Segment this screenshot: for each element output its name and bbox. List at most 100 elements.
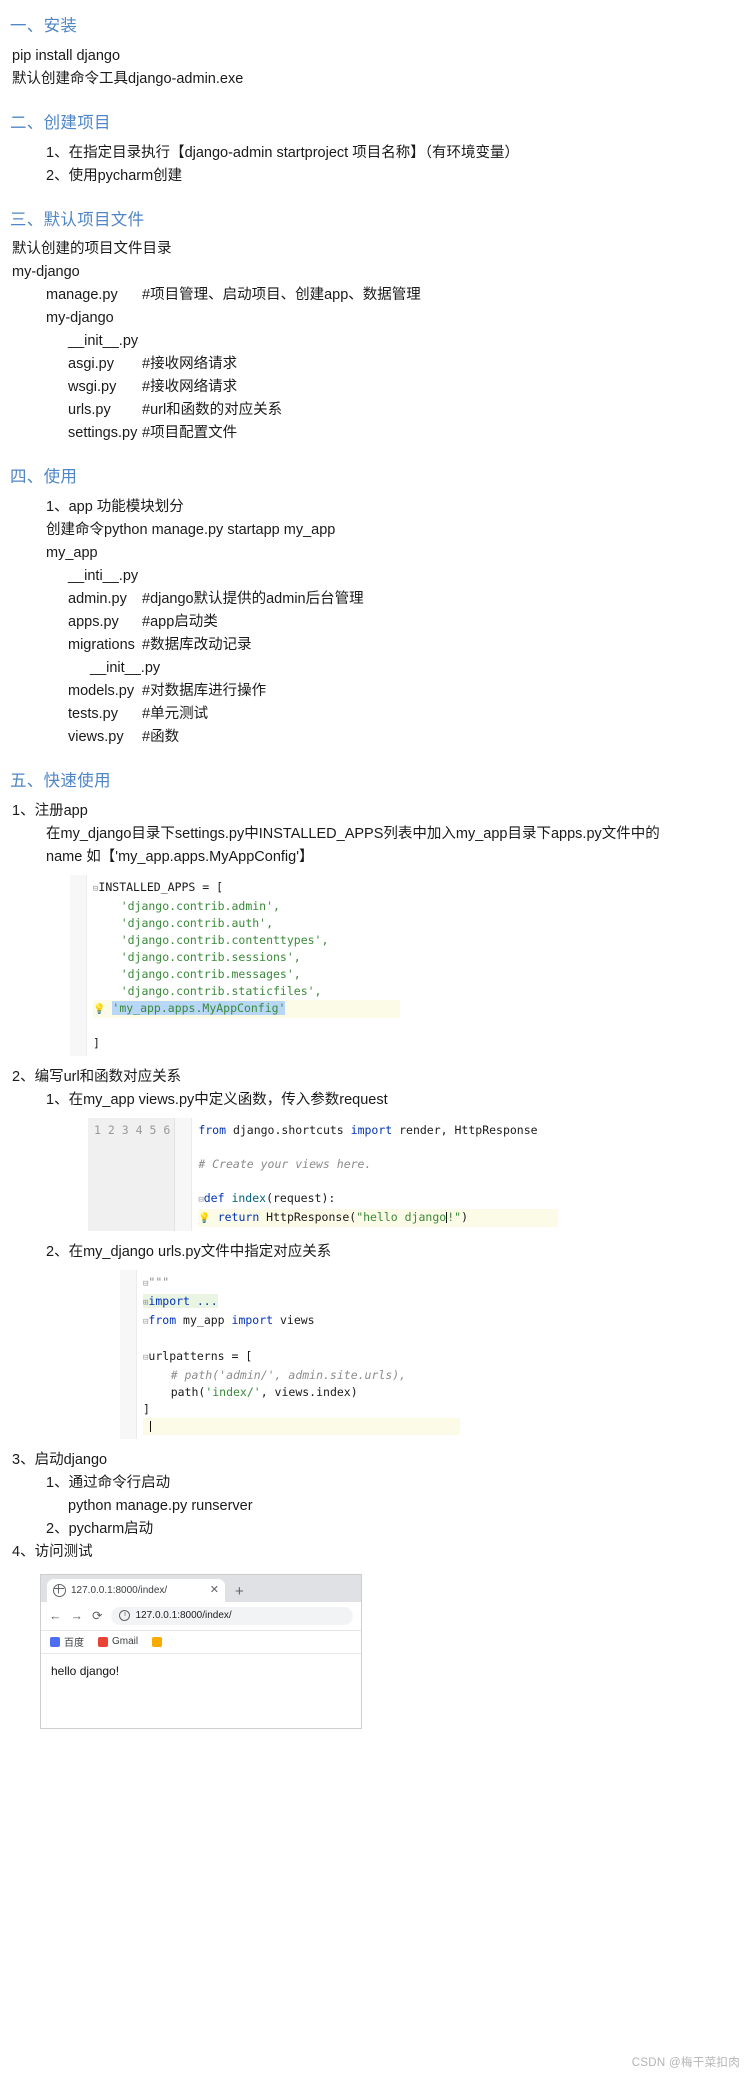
gutter-num: 4 bbox=[135, 1122, 143, 1137]
step-subtitle: 2、在my_django urls.py文件中指定对应关系 bbox=[46, 1243, 332, 1260]
code-block-installed-apps[interactable]: ⊟INSTALLED_APPS = [ 'django.contrib.admi… bbox=[70, 874, 400, 1056]
tree-item: urls.py #url和函数的对应关系 bbox=[10, 399, 742, 422]
code-line-selected: 'my_app.apps.MyAppConfig' bbox=[112, 1000, 286, 1015]
file-name: settings.py bbox=[68, 425, 138, 442]
file-name: wsgi.py bbox=[68, 379, 117, 396]
section-default-files: 三、默认项目文件 默认创建的项目文件目录 my-django manage.py… bbox=[10, 208, 742, 446]
section-heading: 三、默认项目文件 bbox=[10, 210, 145, 229]
file-name: apps.py bbox=[68, 614, 119, 630]
lightbulb-icon[interactable]: 💡 bbox=[93, 1004, 105, 1015]
bookmark-icon bbox=[152, 1636, 163, 1647]
step-title: 1、注册app bbox=[12, 802, 88, 819]
code-line: # path('admin/', admin.site.urls), bbox=[143, 1367, 407, 1382]
tree-item: wsgi.py #接收网络请求 bbox=[10, 376, 742, 399]
tab-title: 127.0.0.1:8000/index/ bbox=[71, 1584, 168, 1596]
browser-nav-bar: ← → ⟳ i 127.0.0.1:8000/index/ bbox=[41, 1601, 361, 1631]
tree-item: __init__.py bbox=[90, 660, 161, 676]
tree-item: views.py #函数 bbox=[10, 726, 742, 749]
gutter-num: 3 bbox=[121, 1122, 129, 1137]
address-bar[interactable]: i 127.0.0.1:8000/index/ bbox=[111, 1606, 353, 1625]
browser-tab-bar: 127.0.0.1:8000/index/ ✕ + bbox=[41, 1574, 361, 1602]
code-line: # Create your views here. bbox=[198, 1156, 372, 1171]
code-line: ] bbox=[93, 1035, 100, 1050]
text-line: python manage.py runserver bbox=[68, 1497, 253, 1514]
gmail-icon bbox=[98, 1636, 108, 1647]
code-line: 'django.contrib.sessions', bbox=[93, 949, 301, 964]
code-line: """ bbox=[148, 1274, 170, 1289]
bookmark-item[interactable]: Gmail bbox=[98, 1636, 138, 1647]
bookmark-label: 百度 bbox=[64, 1638, 84, 1650]
tree-item: __inti__.py bbox=[68, 568, 139, 584]
file-comment: #函数 bbox=[142, 729, 180, 745]
code-line: 'django.contrib.admin', bbox=[93, 898, 280, 913]
gutter-num: 2 bbox=[107, 1122, 115, 1137]
file-name: admin.py bbox=[68, 591, 127, 607]
bookmark-item[interactable] bbox=[152, 1636, 166, 1647]
browser-window: 127.0.0.1:8000/index/ ✕ + ← → ⟳ i 127.0.… bbox=[40, 1573, 362, 1729]
file-comment: #django默认提供的admin后台管理 bbox=[142, 591, 364, 607]
bookmarks-bar: 百度 Gmail bbox=[41, 1630, 361, 1654]
close-icon[interactable]: ✕ bbox=[210, 1584, 219, 1596]
document-page: 一、安装 pip install django 默认创建命令工具django-a… bbox=[0, 0, 752, 2080]
watermark: CSDN @梅干菜扣肉 bbox=[631, 2057, 740, 2069]
file-comment: #对数据库进行操作 bbox=[142, 683, 267, 699]
section-heading: 一、安装 bbox=[10, 17, 78, 35]
code-block-views[interactable]: 1 2 3 4 5 6 from django.shortcuts import… bbox=[88, 1117, 558, 1231]
tree-root: my-django bbox=[12, 264, 80, 281]
baidu-icon bbox=[50, 1636, 60, 1647]
text-line: pip install django bbox=[12, 47, 121, 64]
lightbulb-icon[interactable]: 💡 bbox=[198, 1213, 210, 1224]
code-fold-gutter bbox=[175, 1117, 193, 1231]
bookmark-item[interactable]: 百度 bbox=[50, 1634, 84, 1649]
file-comment: #url和函数的对应关系 bbox=[142, 402, 283, 419]
section-heading: 五、快速使用 bbox=[10, 772, 111, 790]
tree-item: models.py #对数据库进行操作 bbox=[10, 680, 742, 703]
file-name: manage.py bbox=[46, 287, 118, 304]
file-comment: #接收网络请求 bbox=[142, 379, 238, 396]
step-body: 在my_django目录下settings.py中INSTALLED_APPS列… bbox=[46, 825, 660, 842]
info-icon[interactable]: i bbox=[119, 1610, 131, 1622]
file-comment: #项目管理、启动项目、创建app、数据管理 bbox=[142, 287, 421, 304]
code-line: ] bbox=[143, 1401, 150, 1416]
file-name: models.py bbox=[68, 683, 135, 699]
section-create-project: 二、创建项目 1、在指定目录执行【django-admin startproje… bbox=[10, 111, 742, 188]
browser-page-content: hello django! bbox=[41, 1653, 361, 1728]
text-line: 创建命令python manage.py startapp my_app bbox=[46, 522, 336, 538]
tree-item: settings.py #项目配置文件 bbox=[10, 422, 742, 445]
back-icon[interactable]: ← bbox=[49, 1609, 62, 1623]
tree-folder: my-django bbox=[46, 310, 114, 327]
gutter-num: 6 bbox=[163, 1122, 171, 1137]
text-line: 1、在指定目录执行【django-admin startproject 项目名称… bbox=[46, 144, 519, 161]
globe-icon bbox=[53, 1583, 66, 1597]
code-line: 'django.contrib.contenttypes', bbox=[93, 932, 329, 947]
new-tab-button[interactable]: + bbox=[235, 1584, 244, 1602]
tree-item: manage.py #项目管理、启动项目、创建app、数据管理 bbox=[10, 284, 742, 307]
file-name: migrations bbox=[68, 637, 135, 653]
code-source: ⊟INSTALLED_APPS = [ 'django.contrib.admi… bbox=[87, 875, 400, 1056]
step-title: 3、启动django bbox=[12, 1451, 108, 1468]
reload-icon[interactable]: ⟳ bbox=[92, 1609, 102, 1623]
section-usage: 四、使用 1、app 功能模块划分 创建命令python manage.py s… bbox=[10, 465, 742, 749]
code-line: import ... bbox=[148, 1293, 218, 1308]
text-line: 默认创建的项目文件目录 bbox=[12, 241, 172, 258]
code-block-urls[interactable]: ⊟""" ⊞import ... ⊟from my_app import vie… bbox=[120, 1269, 460, 1439]
forward-icon[interactable]: → bbox=[71, 1609, 84, 1623]
text-line: 2、pycharm启动 bbox=[46, 1520, 154, 1537]
tree-item: admin.py #django默认提供的admin后台管理 bbox=[10, 588, 742, 611]
file-comment: #项目配置文件 bbox=[142, 425, 238, 442]
text-caret bbox=[149, 1420, 151, 1432]
step-body: name 如【'my_app.apps.MyAppConfig'】 bbox=[46, 848, 314, 865]
browser-tab[interactable]: 127.0.0.1:8000/index/ ✕ bbox=[47, 1578, 225, 1602]
text-line: 1、通过命令行启动 bbox=[46, 1474, 171, 1491]
file-comment: #单元测试 bbox=[142, 706, 209, 722]
section-install: 一、安装 pip install django 默认创建命令工具django-a… bbox=[10, 14, 742, 91]
code-line: 'django.contrib.staticfiles', bbox=[93, 983, 322, 998]
step-title: 2、编写url和函数对应关系 bbox=[12, 1068, 182, 1085]
code-line: 'django.contrib.auth', bbox=[93, 915, 274, 930]
code-source: ⊟""" ⊞import ... ⊟from my_app import vie… bbox=[137, 1270, 460, 1439]
file-comment: #接收网络请求 bbox=[142, 356, 238, 373]
file-name: asgi.py bbox=[68, 356, 114, 373]
text-line: 默认创建命令工具django-admin.exe bbox=[12, 70, 244, 87]
tree-item: asgi.py #接收网络请求 bbox=[10, 353, 742, 376]
text-line: 1、app 功能模块划分 bbox=[46, 499, 184, 515]
